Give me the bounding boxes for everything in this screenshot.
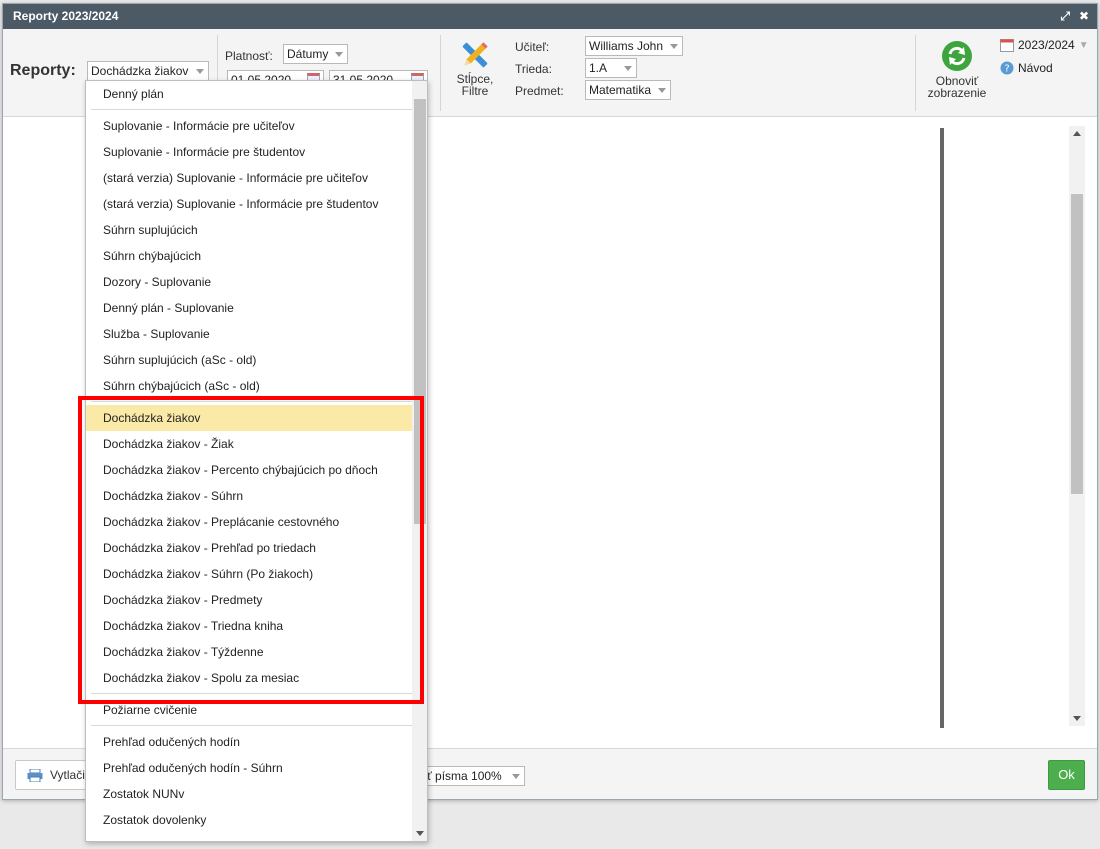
report-select-value: Dochádzka žiakov <box>91 64 189 78</box>
class-select-value: 1.A <box>589 61 608 75</box>
help-icon: ? <box>1000 61 1014 75</box>
dropdown-separator <box>86 107 412 113</box>
svg-text:?: ? <box>1004 64 1009 75</box>
school-year-selector[interactable]: 2023/2024 ▼ <box>1000 38 1089 52</box>
class-select[interactable]: 1.A <box>585 58 637 78</box>
dropdown-item[interactable]: Dochádzka žiakov - Žiak <box>86 431 412 457</box>
chevron-down-icon <box>624 66 632 71</box>
dropdown-item[interactable]: Služba - Suplovanie <box>86 321 412 347</box>
chevron-down-icon: ▼ <box>1078 39 1089 51</box>
class-label: Trieda: <box>515 62 552 76</box>
scroll-down-icon[interactable] <box>416 831 424 836</box>
pencil-ruler-icon <box>462 42 488 68</box>
dropdown-item[interactable]: Suplovanie - Informácie pre učiteľov <box>86 113 412 139</box>
teacher-select-value: Williams John <box>589 39 664 53</box>
preview-scrollbar[interactable] <box>1069 126 1085 726</box>
dialog-title: Reporty 2023/2024 <box>13 9 119 23</box>
school-year-value: 2023/2024 <box>1018 38 1075 52</box>
dropdown-item[interactable]: Denný plán - Suplovanie <box>86 295 412 321</box>
dropdown-item[interactable]: Požiarne cvičenie <box>86 697 412 723</box>
dropdown-item[interactable]: Súhrn chýbajúcich (aSc - old) <box>86 373 412 399</box>
expand-icon[interactable]: ⤢ <box>1060 4 1070 29</box>
dropdown-item[interactable]: Dochádzka žiakov <box>86 405 412 431</box>
ok-button[interactable]: Ok <box>1048 760 1085 790</box>
page-edge <box>940 128 944 728</box>
dropdown-item[interactable]: Dochádzka žiakov - Triedna kniha <box>86 613 412 639</box>
report-select[interactable]: Dochádzka žiakov <box>87 61 209 81</box>
refresh-view-button[interactable]: Obnoviť zobrazenie <box>922 39 992 99</box>
teacher-select[interactable]: Williams John <box>585 36 683 56</box>
dropdown-separator <box>86 723 412 729</box>
help-label: Návod <box>1018 61 1053 75</box>
reports-label: Reporty: <box>10 62 76 79</box>
subject-label: Predmet: <box>515 84 564 98</box>
subject-select-value: Matematika <box>589 83 652 97</box>
chevron-down-icon <box>658 88 666 93</box>
chevron-down-icon <box>670 44 678 49</box>
subject-select[interactable]: Matematika <box>585 80 671 100</box>
dropdown-item[interactable]: Súhrn suplujúcich (aSc - old) <box>86 347 412 373</box>
chevron-down-icon <box>196 69 204 74</box>
dropdown-item[interactable]: Denný plán <box>86 81 412 107</box>
refresh-icon <box>942 41 972 71</box>
dropdown-item[interactable]: (stará verzia) Suplovanie - Informácie p… <box>86 191 412 217</box>
columns-filters-button[interactable]: Stĺpce, Filtre <box>450 39 500 97</box>
dropdown-item[interactable]: (stará verzia) Suplovanie - Informácie p… <box>86 165 412 191</box>
printer-icon <box>27 769 43 782</box>
calendar-icon <box>1000 39 1014 52</box>
dropdown-item[interactable]: Dochádzka žiakov - Týždenne <box>86 639 412 665</box>
teacher-label: Učiteľ: <box>515 40 550 54</box>
dropdown-item[interactable]: Dochádzka žiakov - Súhrn <box>86 483 412 509</box>
scroll-up-icon[interactable] <box>1073 131 1081 136</box>
report-dropdown-list: Denný plán Suplovanie - Informácie pre uč… <box>85 80 428 842</box>
dropdown-item[interactable]: Dochádzka žiakov - Spolu za mesiac <box>86 665 412 691</box>
dropdown-scroll-thumb[interactable] <box>414 99 426 524</box>
dropdown-scrollbar[interactable] <box>412 81 427 841</box>
dropdown-item[interactable]: Dozory - Suplovanie <box>86 269 412 295</box>
toolbar-divider <box>440 35 441 111</box>
dropdown-item[interactable]: Prehľad odučených hodín - Súhrn <box>86 755 412 781</box>
validity-select[interactable]: Dátumy <box>283 44 348 64</box>
dropdown-item[interactable]: Súhrn chýbajúcich <box>86 243 412 269</box>
help-link[interactable]: ? Návod <box>1000 61 1053 75</box>
scroll-down-icon[interactable] <box>1073 716 1081 721</box>
chevron-down-icon <box>512 774 520 779</box>
close-icon[interactable]: ✖ <box>1079 4 1089 29</box>
columns-filters-label-2: Filtre <box>461 84 489 98</box>
validity-select-value: Dátumy <box>287 47 329 61</box>
dropdown-item[interactable]: Dochádzka žiakov - Preplácanie cestovnéh… <box>86 509 412 535</box>
refresh-label-2: zobrazenie <box>927 86 987 100</box>
dropdown-item[interactable]: Dochádzka žiakov - Predmety <box>86 587 412 613</box>
dropdown-item[interactable]: Prehľad odučených hodín <box>86 729 412 755</box>
dropdown-item[interactable]: Zostatok NUNv <box>86 781 412 807</box>
dropdown-item[interactable]: Suplovanie - Informácie pre študentov <box>86 139 412 165</box>
dropdown-items: Denný plán Suplovanie - Informácie pre uč… <box>86 81 412 833</box>
chevron-down-icon <box>335 52 343 57</box>
print-label: Vytlačiť <box>50 768 90 782</box>
dropdown-item[interactable]: Súhrn suplujúcich <box>86 217 412 243</box>
dropdown-item[interactable]: Dochádzka žiakov - Percento chýbajúcich … <box>86 457 412 483</box>
dropdown-separator <box>86 691 412 697</box>
dropdown-item[interactable]: Dochádzka žiakov - Prehľad po triedach <box>86 535 412 561</box>
dropdown-item[interactable]: Dochádzka žiakov - Súhrn (Po žiakoch) <box>86 561 412 587</box>
scroll-thumb[interactable] <box>1071 194 1083 494</box>
validity-label: Platnosť: <box>225 49 273 63</box>
toolbar-divider <box>915 35 916 111</box>
dropdown-separator <box>86 399 412 405</box>
dialog-titlebar[interactable]: Reporty 2023/2024 ⤢ ✖ <box>3 4 1097 29</box>
dropdown-item[interactable]: Zostatok dovolenky <box>86 807 412 833</box>
